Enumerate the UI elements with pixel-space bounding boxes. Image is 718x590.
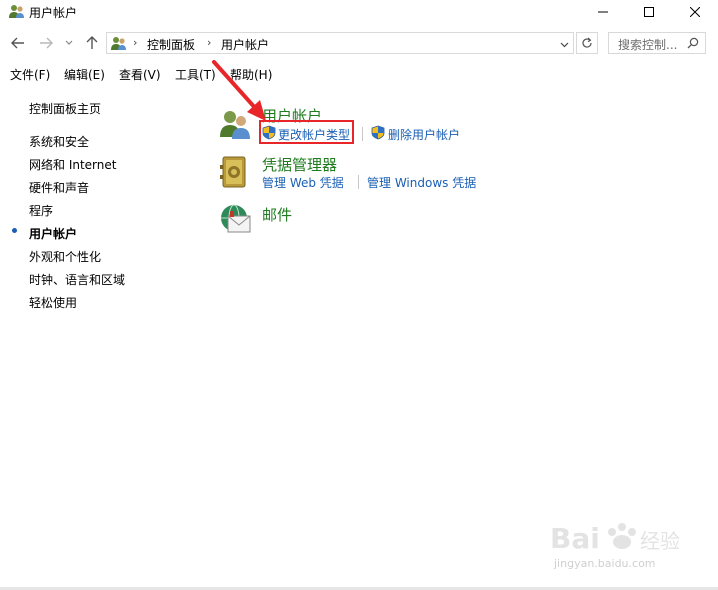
- window-title: 用户帐户: [29, 6, 78, 20]
- arrow-up-icon: [86, 36, 98, 49]
- sidebar-item-system-security[interactable]: 系统和安全: [29, 133, 89, 150]
- task-divider: [362, 127, 363, 141]
- baidu-watermark: Bai 经验 jingyan.baidu.com: [550, 512, 680, 572]
- recent-locations-button[interactable]: [62, 33, 76, 53]
- search-placeholder[interactable]: 搜索控制...: [618, 36, 677, 53]
- back-button[interactable]: [8, 33, 28, 53]
- minimize-icon: [598, 11, 608, 13]
- manage-web-credentials-link[interactable]: 管理 Web 凭据: [262, 174, 344, 191]
- title-bar: 用户帐户: [0, 0, 718, 24]
- menu-file[interactable]: 文件(F): [10, 66, 50, 83]
- menu-edit[interactable]: 编辑(E): [64, 66, 105, 83]
- menu-view[interactable]: 查看(V): [119, 66, 161, 83]
- refresh-icon: [582, 37, 592, 48]
- arrow-right-icon: [40, 37, 53, 49]
- users-icon: [9, 5, 24, 18]
- current-item-bullet: [12, 228, 17, 233]
- chevron-down-icon: [65, 40, 73, 45]
- vault-icon[interactable]: [218, 155, 252, 189]
- breadcrumb-separator-icon[interactable]: ›: [207, 36, 211, 49]
- close-icon: [690, 7, 700, 17]
- users-icon[interactable]: [218, 107, 252, 141]
- menu-bar: 文件(F) 编辑(E) 查看(V) 工具(T) 帮助(H): [0, 64, 718, 84]
- sidebar-item-appearance[interactable]: 外观和个性化: [29, 248, 101, 265]
- category-title-credential-manager[interactable]: 凭据管理器: [262, 154, 337, 175]
- breadcrumb-user-accounts[interactable]: 用户帐户: [221, 36, 269, 53]
- users-icon: [111, 37, 126, 50]
- sidebar-item-network[interactable]: 网络和 Internet: [29, 156, 116, 173]
- remove-user-accounts-link[interactable]: 删除用户帐户: [388, 126, 460, 143]
- maximize-icon: [644, 7, 654, 17]
- sidebar-item-hardware-sound[interactable]: 硬件和声音: [29, 179, 89, 196]
- navigation-bar: › 控制面板 › 用户帐户 搜索控制...: [0, 28, 718, 58]
- manage-windows-credentials-link[interactable]: 管理 Windows 凭据: [367, 174, 476, 191]
- forward-button[interactable]: [36, 33, 56, 53]
- annotation-arrow-icon: [212, 60, 266, 121]
- sidebar-item-user-accounts[interactable]: 用户帐户: [29, 225, 77, 242]
- menu-tools[interactable]: 工具(T): [175, 66, 216, 83]
- arrow-left-icon: [11, 37, 24, 49]
- sidebar-home-link[interactable]: 控制面板主页: [29, 100, 101, 117]
- maximize-button[interactable]: [626, 0, 672, 24]
- search-icon: [687, 37, 699, 49]
- sidebar-item-ease-of-access[interactable]: 轻松使用: [29, 294, 77, 311]
- category-title-mail[interactable]: 邮件: [262, 204, 292, 225]
- baidu-paw-icon: Bai 经验: [550, 522, 680, 555]
- close-button[interactable]: [672, 0, 718, 24]
- breadcrumb-control-panel[interactable]: 控制面板: [147, 36, 195, 53]
- address-dropdown-button[interactable]: [560, 37, 569, 51]
- minimize-button[interactable]: [580, 0, 626, 24]
- svg-text:Bai: Bai: [550, 522, 600, 555]
- task-divider: [358, 175, 359, 189]
- watermark-url: jingyan.baidu.com: [554, 557, 656, 570]
- sidebar-item-programs[interactable]: 程序: [29, 202, 53, 219]
- mail-icon[interactable]: [218, 202, 252, 236]
- sidebar-item-clock-region[interactable]: 时钟、语言和区域: [29, 271, 125, 288]
- chevron-down-icon: [560, 42, 569, 48]
- refresh-button[interactable]: [576, 32, 598, 54]
- address-bar[interactable]: › 控制面板 › 用户帐户: [106, 32, 574, 54]
- menu-help[interactable]: 帮助(H): [230, 66, 272, 83]
- highlight-box: [259, 120, 354, 144]
- breadcrumb-separator-icon[interactable]: ›: [133, 36, 137, 49]
- up-button[interactable]: [82, 33, 102, 53]
- search-box[interactable]: 搜索控制...: [608, 32, 706, 54]
- uac-shield-icon: [371, 125, 385, 140]
- svg-text:经验: 经验: [640, 529, 680, 553]
